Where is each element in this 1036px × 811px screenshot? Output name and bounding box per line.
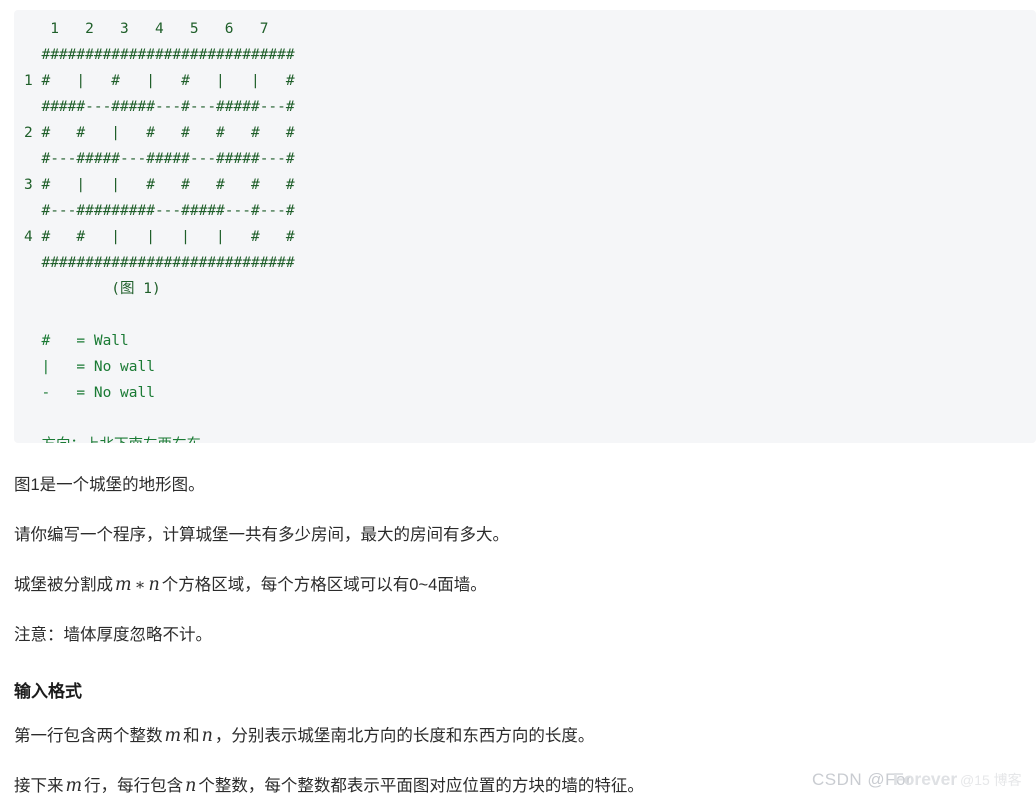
math-var-m-2: m xyxy=(164,726,182,746)
ascii-art-code-block: 1 2 3 4 5 6 7 ##########################… xyxy=(14,10,1036,443)
math-operator-times: ∗ xyxy=(134,575,146,594)
grid-def-suffix: 个方格区域，每个方格区域可以有0~4面墙。 xyxy=(161,576,487,594)
code-spacer-2 xyxy=(24,406,1036,432)
csdn-watermark-overlay: Forever xyxy=(893,769,958,789)
paragraph-input-line1: 第一行包含两个整数 m 和 n ，分别表示城堡南北方向的长度和东西方向的长度。 xyxy=(14,711,1024,761)
section-heading-text: 输入格式 xyxy=(14,682,82,701)
input-line2-prefix: 接下来 xyxy=(14,777,64,795)
paragraph-grid-definition: 城堡被分割成 m ∗ n 个方格区域，每个方格区域可以有0~4面墙。 xyxy=(14,560,1024,610)
paragraph-note: 注意：墙体厚度忽略不计。 xyxy=(14,610,1024,660)
grid-def-prefix: 城堡被分割成 xyxy=(14,576,113,594)
direction-note: 方向：上北下南左西右东。 xyxy=(24,437,215,443)
csdn-watermark-overlay-small: @15 博客 xyxy=(960,772,1022,788)
paragraph-figure-intro: 图1是一个城堡的地形图。 xyxy=(14,460,1024,510)
math-var-n-3: n xyxy=(185,776,197,796)
math-var-m: m xyxy=(115,575,132,595)
legend-line-wall: # = Wall xyxy=(24,333,129,349)
paragraph-note-text: 注意：墙体厚度忽略不计。 xyxy=(14,626,212,644)
problem-description: 图1是一个城堡的地形图。 请你编写一个程序，计算城堡一共有多少房间，最大的房间有… xyxy=(14,460,1024,811)
paragraph-figure-intro-text: 图1是一个城堡的地形图。 xyxy=(14,476,205,494)
ascii-castle-map: 1 2 3 4 5 6 7 ##########################… xyxy=(14,16,1036,443)
legend-line-nowall-horizontal: - = No wall xyxy=(24,385,155,401)
input-line2-suffix: 个整数，每个整数都表示平面图对应位置的方块的墙的特征。 xyxy=(198,777,644,795)
math-var-n-2: n xyxy=(201,726,213,746)
input-line1-mid: 和 xyxy=(183,727,200,745)
input-line2-mid: 行，每行包含 xyxy=(84,777,184,795)
section-heading-input-format: 输入格式 xyxy=(14,673,1024,711)
legend-line-nowall-vertical: | = No wall xyxy=(24,359,155,375)
paragraph-task-text: 请你编写一个程序，计算城堡一共有多少房间，最大的房间有多大。 xyxy=(14,526,509,544)
code-spacer-1 xyxy=(24,302,1036,328)
ascii-art-body: 1 2 3 4 5 6 7 ##########################… xyxy=(24,21,295,297)
input-line1-suffix: ，分别表示城堡南北方向的长度和东西方向的长度。 xyxy=(214,727,595,745)
input-line1-prefix: 第一行包含两个整数 xyxy=(14,727,163,745)
paragraph-task: 请你编写一个程序，计算城堡一共有多少房间，最大的房间有多大。 xyxy=(14,510,1024,560)
math-var-n: n xyxy=(148,575,160,595)
math-var-m-3: m xyxy=(65,776,83,796)
